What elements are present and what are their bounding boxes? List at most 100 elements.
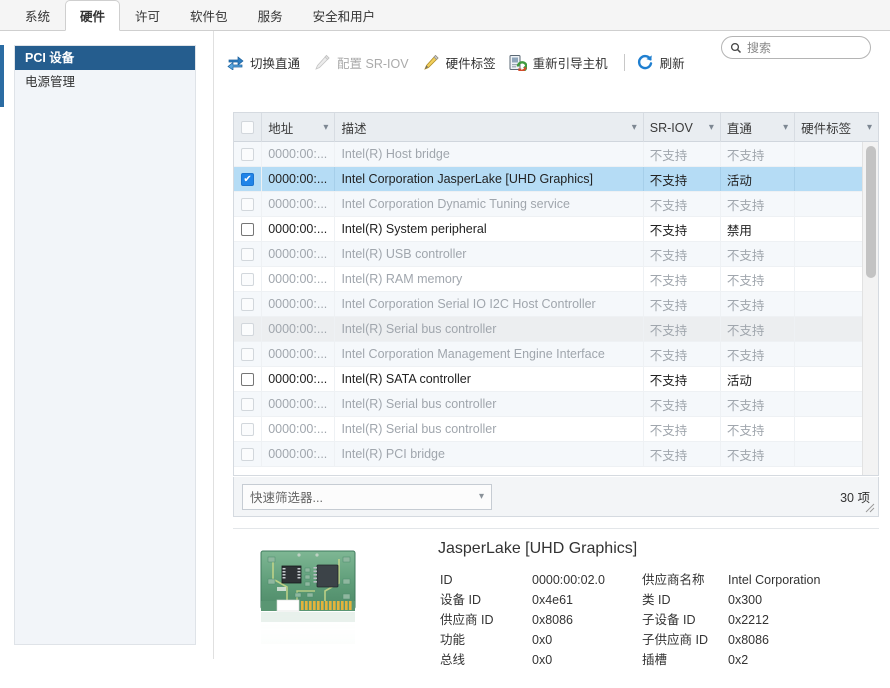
- cell-address: 0000:00:...: [262, 342, 335, 366]
- tab-label: 服务: [258, 6, 283, 25]
- table-row[interactable]: 0000:00:...Intel(R) RAM memory不支持不支持: [234, 267, 878, 292]
- cell-passthrough: 活动: [721, 167, 795, 191]
- cell-passthrough: 活动: [721, 367, 795, 391]
- column-header-hardware-label[interactable]: 硬件标签 ▾: [795, 113, 878, 142]
- table-body: 0000:00:...Intel(R) Host bridge不支持不支持✔00…: [234, 142, 878, 476]
- sidebar-item-0[interactable]: PCI 设备: [15, 46, 195, 70]
- row-checkbox: [241, 323, 254, 336]
- row-checkbox-cell[interactable]: [234, 217, 262, 241]
- tab-2[interactable]: 许可: [120, 0, 175, 30]
- search-box[interactable]: 搜索: [721, 36, 871, 59]
- row-checkbox[interactable]: [241, 223, 254, 236]
- row-checkbox-cell[interactable]: [234, 267, 262, 291]
- table-row[interactable]: 0000:00:...Intel(R) SATA controller不支持活动: [234, 367, 878, 392]
- table-vertical-scrollbar[interactable]: [862, 142, 878, 476]
- tab-5[interactable]: 安全和用户: [298, 0, 391, 30]
- row-checkbox-cell[interactable]: [234, 442, 262, 466]
- cell-sriov: 不支持: [644, 392, 721, 416]
- column-header-description[interactable]: 描述 ▾: [335, 113, 643, 142]
- cell-sriov: 不支持: [644, 242, 721, 266]
- row-checkbox-cell[interactable]: [234, 317, 262, 341]
- detail-field-label: 类 ID: [642, 591, 728, 609]
- column-header-select-all[interactable]: [234, 113, 262, 142]
- sidebar-item-label: 电源管理: [25, 75, 75, 89]
- column-header-address[interactable]: 地址 ▾: [262, 113, 335, 142]
- cell-description: Intel Corporation JasperLake [UHD Graphi…: [335, 167, 643, 191]
- detail-field-label: 供应商名称: [642, 571, 728, 589]
- tab-0[interactable]: 系统: [10, 0, 65, 30]
- column-header-sriov[interactable]: SR-IOV ▾: [644, 113, 721, 142]
- tab-3[interactable]: 软件包: [175, 0, 243, 30]
- sidebar-accent-bar: [0, 45, 4, 107]
- table-row[interactable]: 0000:00:...Intel(R) PCI bridge不支持不支持: [234, 442, 878, 467]
- toolbar-button-4[interactable]: 刷新: [634, 49, 692, 75]
- cell-sriov: 不支持: [644, 217, 721, 241]
- row-checkbox[interactable]: ✔: [241, 173, 254, 186]
- table-row[interactable]: 0000:00:...Intel(R) Host bridge不支持不支持: [234, 142, 878, 167]
- pci-device-table: 地址 ▾ 描述 ▾ SR-IOV ▾ 直通 ▾ 硬件标签 ▾ 0000:00:.…: [233, 112, 879, 476]
- tab-label: 软件包: [190, 6, 228, 25]
- cell-passthrough: 不支持: [721, 242, 795, 266]
- row-checkbox-cell[interactable]: [234, 417, 262, 441]
- cell-address: 0000:00:...: [262, 217, 335, 241]
- table-row[interactable]: ✔0000:00:...Intel Corporation JasperLake…: [234, 167, 878, 192]
- pencil-icon: [313, 53, 332, 71]
- table-row[interactable]: 0000:00:...Intel(R) Serial bus controlle…: [234, 392, 878, 417]
- column-header-passthrough[interactable]: 直通 ▾: [721, 113, 795, 142]
- row-checkbox-cell[interactable]: [234, 192, 262, 216]
- row-checkbox[interactable]: [241, 373, 254, 386]
- row-checkbox-cell[interactable]: [234, 342, 262, 366]
- detail-field-grid: ID0000:00:02.0供应商名称Intel Corporation设备 I…: [440, 571, 820, 669]
- reboot-host-icon: [509, 53, 528, 71]
- detail-field-label: ID: [440, 571, 532, 589]
- row-checkbox-cell[interactable]: [234, 142, 262, 166]
- cell-passthrough: 不支持: [721, 417, 795, 441]
- cell-address: 0000:00:...: [262, 292, 335, 316]
- cell-description: Intel(R) System peripheral: [335, 217, 643, 241]
- column-label-address: 地址: [268, 118, 319, 137]
- cell-passthrough: 禁用: [721, 217, 795, 241]
- tab-4[interactable]: 服务: [243, 0, 298, 30]
- scrollbar-thumb[interactable]: [866, 146, 876, 278]
- row-checkbox-cell[interactable]: [234, 392, 262, 416]
- select-all-checkbox[interactable]: [241, 121, 254, 134]
- cell-description: Intel(R) USB controller: [335, 242, 643, 266]
- table-row[interactable]: 0000:00:...Intel(R) USB controller不支持不支持: [234, 242, 878, 267]
- pci-card-illustration: [253, 539, 363, 644]
- row-checkbox-cell[interactable]: ✔: [234, 167, 262, 191]
- quick-filter-label: 快速筛选器...: [250, 487, 323, 506]
- detail-field-value: 0x0: [532, 651, 642, 669]
- table-row[interactable]: 0000:00:...Intel Corporation Serial IO I…: [234, 292, 878, 317]
- cell-sriov: 不支持: [644, 192, 721, 216]
- quick-filter-dropdown[interactable]: 快速筛选器... ▾: [242, 484, 492, 510]
- cell-sriov: 不支持: [644, 417, 721, 441]
- cell-passthrough: 不支持: [721, 142, 795, 166]
- cell-sriov: 不支持: [644, 367, 721, 391]
- table-row[interactable]: 0000:00:...Intel(R) System peripheral不支持…: [234, 217, 878, 242]
- detail-field-label: 子供应商 ID: [642, 631, 728, 649]
- detail-field-value: 0x2212: [728, 611, 820, 629]
- detail-field-label: 设备 ID: [440, 591, 532, 609]
- table-row[interactable]: 0000:00:...Intel(R) Serial bus controlle…: [234, 317, 878, 342]
- chevron-down-icon: ▾: [479, 491, 484, 502]
- row-checkbox-cell[interactable]: [234, 292, 262, 316]
- toolbar-button-0[interactable]: 切换直通: [224, 49, 307, 75]
- table-row[interactable]: 0000:00:...Intel Corporation Management …: [234, 342, 878, 367]
- table-row[interactable]: 0000:00:...Intel Corporation Dynamic Tun…: [234, 192, 878, 217]
- sidebar-item-1[interactable]: 电源管理: [15, 70, 195, 94]
- detail-field-value: 0000:00:02.0: [532, 571, 642, 589]
- pencil-icon: [422, 53, 441, 71]
- cell-passthrough: 不支持: [721, 192, 795, 216]
- toolbar-button-3[interactable]: 重新引导主机: [507, 49, 615, 75]
- cell-description: Intel(R) PCI bridge: [335, 442, 643, 466]
- toolbar-button-2[interactable]: 硬件标签: [420, 49, 503, 75]
- detail-field-value: 0x300: [728, 591, 820, 609]
- row-checkbox-cell[interactable]: [234, 242, 262, 266]
- resize-grip-icon[interactable]: [865, 503, 875, 513]
- tab-1[interactable]: 硬件: [65, 0, 120, 31]
- table-row[interactable]: 0000:00:...Intel(R) Serial bus controlle…: [234, 417, 878, 442]
- row-checkbox-cell[interactable]: [234, 367, 262, 391]
- cell-passthrough: 不支持: [721, 292, 795, 316]
- cell-passthrough: 不支持: [721, 342, 795, 366]
- table-footer: 快速筛选器... ▾ 30 项: [233, 477, 879, 517]
